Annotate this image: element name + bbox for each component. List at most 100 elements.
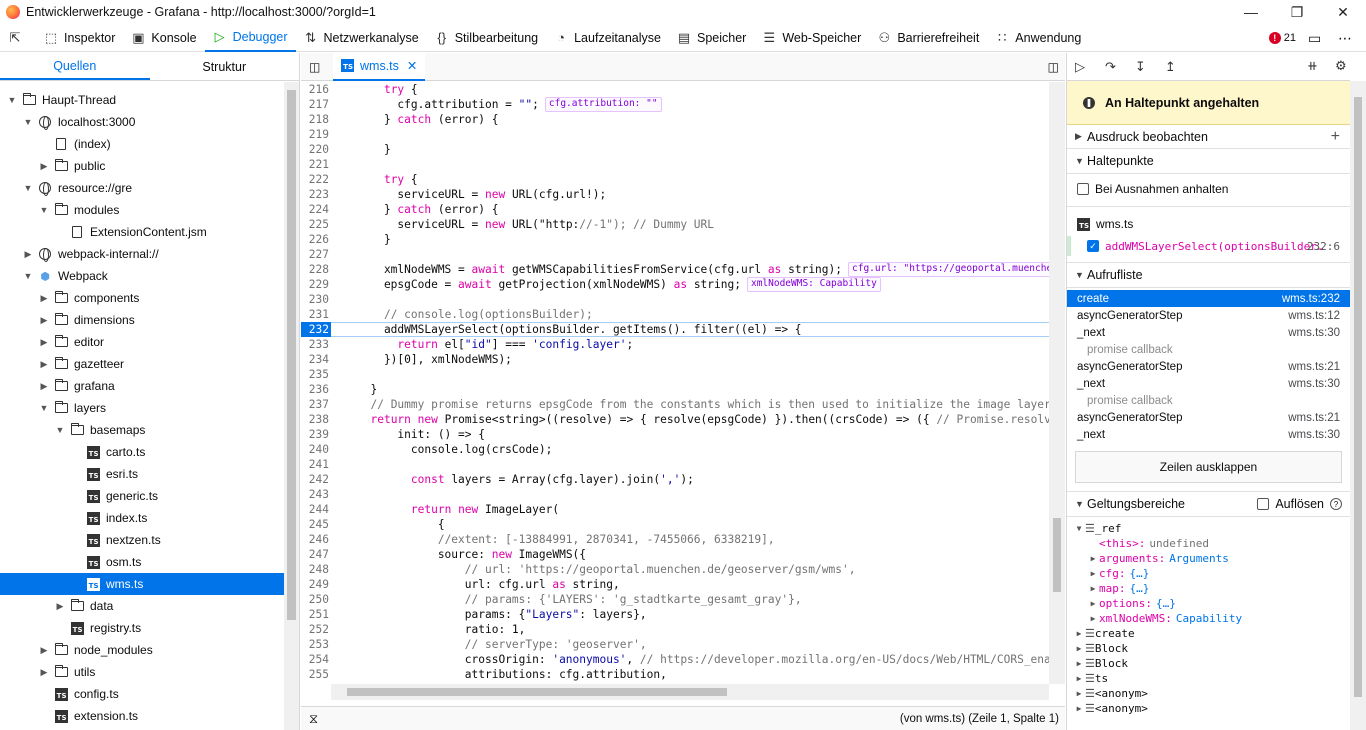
code-line[interactable]: 233 return el["id"] === 'config.layer';	[301, 337, 1049, 352]
scope-row[interactable]: ▶ map: {…}	[1073, 581, 1350, 596]
tab-stilbearbeitung[interactable]: {} Stilbearbeitung	[427, 24, 546, 52]
chevron-right-icon[interactable]: ▶	[38, 645, 50, 656]
call-stack-frame[interactable]: _next wms.ts:30	[1067, 375, 1350, 392]
chevron-down-icon[interactable]: ▼	[54, 425, 66, 435]
line-number[interactable]: 216	[301, 82, 331, 97]
inline-preview[interactable]: cfg.attribution: ""	[544, 97, 662, 112]
resume-icon[interactable]: ▷	[1075, 59, 1105, 75]
tree-item[interactable]: ▶ public	[0, 155, 284, 177]
tree-item[interactable]: TS carto.ts	[0, 441, 284, 463]
chevron-down-icon[interactable]: ▼	[22, 183, 34, 193]
chevron-down-icon[interactable]: ▼	[22, 271, 34, 281]
tab-debugger[interactable]: ▷ Debugger	[204, 24, 296, 52]
line-number[interactable]: 246	[301, 532, 331, 547]
code-line[interactable]: 238 return new Promise<string>((resolve)…	[301, 412, 1049, 427]
tree-item[interactable]: ▶ data	[0, 595, 284, 617]
tab-barrierefreiheit[interactable]: ⚇ Barrierefreiheit	[869, 24, 987, 52]
code-line[interactable]: 227	[301, 247, 1049, 262]
code-line[interactable]: 224 } catch (error) {	[301, 202, 1049, 217]
watch-expressions-header[interactable]: ▶ Ausdruck beobachten +	[1067, 125, 1350, 149]
pick-element-button[interactable]: ⇱	[0, 24, 36, 52]
line-number[interactable]: 251	[301, 607, 331, 622]
scope-row[interactable]: ▶ xmlNodeWMS: Capability	[1073, 611, 1350, 626]
scope-row[interactable]: ▶ ☰ ts	[1073, 671, 1350, 686]
breakpoint-item[interactable]: ✓ addWMSLayerSelect(optionsBuilder… 232:6	[1067, 236, 1350, 256]
code-line[interactable]: 249 url: cfg.url as string,	[301, 577, 1049, 592]
line-number[interactable]: 225	[301, 217, 331, 232]
scope-row[interactable]: ▶ ☰ Block	[1073, 641, 1350, 656]
tab-sources[interactable]: Quellen	[0, 53, 150, 80]
sources-scrollbar[interactable]	[284, 82, 299, 730]
line-number[interactable]: 229	[301, 277, 331, 292]
tree-item[interactable]: ▼ resource://gre	[0, 177, 284, 199]
code-line[interactable]: 226 }	[301, 232, 1049, 247]
chevron-right-icon[interactable]: ▶	[1087, 581, 1099, 596]
code-line[interactable]: 239 init: () => {	[301, 427, 1049, 442]
tree-item[interactable]: (index)	[0, 133, 284, 155]
chevron-right-icon[interactable]: ▶	[1073, 656, 1085, 671]
chevron-right-icon[interactable]: ▶	[38, 161, 50, 172]
tree-item[interactable]: ▶ webpack-internal://	[0, 243, 284, 265]
tree-item[interactable]: ▼ localhost:3000	[0, 111, 284, 133]
resolve-toggle[interactable]: Auflösen?	[1257, 497, 1342, 511]
scope-row[interactable]: ▶ arguments: Arguments	[1073, 551, 1350, 566]
code-line[interactable]: 231 // console.log(optionsBuilder);	[301, 307, 1049, 322]
line-number[interactable]: 256	[301, 682, 331, 684]
code-line[interactable]: 217 cfg.attribution = ""; cfg.attribution…	[301, 97, 1049, 112]
tree-item[interactable]: ▼ modules	[0, 199, 284, 221]
editor-horizontal-scrollbar[interactable]	[331, 684, 1049, 700]
chevron-right-icon[interactable]: ▶	[38, 315, 50, 326]
line-number[interactable]: 240	[301, 442, 331, 457]
line-number[interactable]: 230	[301, 292, 331, 307]
chevron-right-icon[interactable]: ▶	[1087, 596, 1099, 611]
call-stack-frame[interactable]: asyncGeneratorStep wms.ts:21	[1067, 358, 1350, 375]
editor-vertical-scrollbar[interactable]	[1049, 82, 1065, 684]
tab-wms-ts[interactable]: TS wms.ts ✕	[333, 52, 426, 81]
chevron-down-icon[interactable]: ▼	[1073, 521, 1085, 536]
line-number[interactable]: 253	[301, 637, 331, 652]
chevron-right-icon[interactable]: ▶	[38, 337, 50, 348]
line-number[interactable]: 218	[301, 112, 331, 127]
help-icon[interactable]: ?	[1330, 498, 1342, 510]
chevron-right-icon[interactable]: ▶	[1087, 566, 1099, 581]
code-line[interactable]: 248 // url: 'https://geoportal.muenchen.…	[301, 562, 1049, 577]
line-number[interactable]: 236	[301, 382, 331, 397]
tab-netzwerkanalyse[interactable]: ⇅ Netzwerkanalyse	[296, 24, 427, 52]
settings-gear-icon[interactable]: ⚙	[1335, 58, 1365, 74]
line-number[interactable]: 237	[301, 397, 331, 412]
line-number[interactable]: 217	[301, 97, 331, 112]
pause-on-exceptions-checkbox[interactable]: Bei Ausnahmen anhalten	[1067, 180, 1350, 198]
line-number[interactable]: 222	[301, 172, 331, 187]
code-line[interactable]: 236 }	[301, 382, 1049, 397]
scopes-header[interactable]: ▼ Geltungsbereiche Auflösen?	[1067, 491, 1350, 517]
chevron-right-icon[interactable]: ▶	[1073, 671, 1085, 686]
code-line[interactable]: 250 // params: {'LAYERS': 'g_stadtkarte_…	[301, 592, 1049, 607]
tree-item[interactable]: ▶ utils	[0, 661, 284, 683]
chevron-right-icon[interactable]: ▶	[22, 249, 34, 260]
minimize-icon[interactable]: —	[1228, 0, 1274, 24]
chevron-right-icon[interactable]: ▶	[1073, 686, 1085, 701]
scope-row[interactable]: <this>: undefined	[1073, 536, 1350, 551]
tree-item[interactable]: TS wms.ts	[0, 573, 284, 595]
add-watch-icon[interactable]: +	[1331, 128, 1340, 146]
code-line[interactable]: 228 xmlNodeWMS = await getWMSCapabilitie…	[301, 262, 1049, 277]
code-line[interactable]: 235	[301, 367, 1049, 382]
scope-row[interactable]: ▶ options: {…}	[1073, 596, 1350, 611]
call-stack-frame[interactable]: _next wms.ts:30	[1067, 324, 1350, 341]
tree-item[interactable]: ▶ components	[0, 287, 284, 309]
line-number[interactable]: 232	[301, 322, 331, 337]
step-in-icon[interactable]: ↧	[1135, 59, 1165, 75]
step-out-icon[interactable]: ↥	[1165, 59, 1195, 75]
tree-item[interactable]: ▼ Haupt-Thread	[0, 89, 284, 111]
tree-item[interactable]: ▶ dimensions	[0, 309, 284, 331]
tree-item[interactable]: ▶ gazetteer	[0, 353, 284, 375]
tab-konsole[interactable]: ▣ Konsole	[123, 24, 204, 52]
tree-item[interactable]: TS osm.ts	[0, 551, 284, 573]
tree-item[interactable]: TS registry.ts	[0, 617, 284, 639]
step-over-icon[interactable]: ↷	[1105, 59, 1135, 75]
line-number[interactable]: 249	[301, 577, 331, 592]
tree-item[interactable]: TS extension.ts	[0, 705, 284, 727]
call-stack-frame[interactable]: asyncGeneratorStep wms.ts:12	[1067, 307, 1350, 324]
chevron-right-icon[interactable]: ▶	[1073, 641, 1085, 656]
chevron-down-icon[interactable]: ▼	[6, 95, 18, 105]
